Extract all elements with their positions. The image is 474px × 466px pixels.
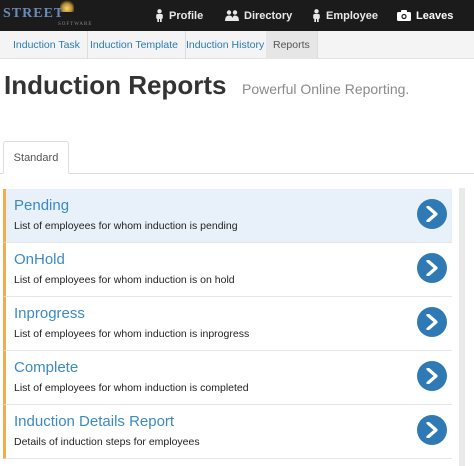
tab-divider xyxy=(0,173,474,174)
report-item-induction-details[interactable]: Induction Details Report Details of indu… xyxy=(3,405,452,459)
report-item-pending[interactable]: Pending List of employees for whom induc… xyxy=(3,189,452,243)
subtab-induction-task[interactable]: Induction Task xyxy=(6,31,88,59)
subtab-reports[interactable]: Reports xyxy=(266,31,318,59)
nav-directory[interactable]: Directory xyxy=(225,0,292,31)
report-title[interactable]: Induction Details Report xyxy=(14,413,174,430)
nav-employee-label: Employee xyxy=(326,9,378,22)
report-description: Details of induction steps for employees xyxy=(14,436,200,448)
report-item-complete[interactable]: Complete List of employees for whom indu… xyxy=(3,351,452,405)
nav-leaves[interactable]: Leaves xyxy=(397,0,453,31)
report-description: List of employees for whom induction is … xyxy=(14,328,250,340)
chevron-right-icon[interactable] xyxy=(417,253,447,283)
logo-text: STREET xyxy=(3,6,65,21)
report-description: List of employees for whom induction is … xyxy=(14,274,235,286)
report-description: List of employees for whom induction is … xyxy=(14,382,249,394)
report-title[interactable]: Pending xyxy=(14,197,69,214)
report-list-scrollbar[interactable] xyxy=(459,188,465,466)
report-item-inprogress[interactable]: Inprogress List of employees for whom in… xyxy=(3,297,452,351)
report-title[interactable]: Complete xyxy=(14,359,78,376)
nav-employee[interactable]: Employee xyxy=(312,0,378,31)
camera-icon xyxy=(397,10,411,21)
nav-profile[interactable]: Profile xyxy=(155,0,203,31)
chevron-right-icon[interactable] xyxy=(417,361,447,391)
page-subtitle: Powerful Online Reporting. xyxy=(242,81,410,97)
page-title: Induction Reports xyxy=(4,70,227,100)
report-item-onhold[interactable]: OnHold List of employees for whom induct… xyxy=(3,243,452,297)
sub-navbar: Induction Task Induction Template Induct… xyxy=(0,31,474,59)
chevron-right-icon[interactable] xyxy=(417,307,447,337)
nav-leaves-label: Leaves xyxy=(416,9,454,22)
report-title[interactable]: Inprogress xyxy=(14,305,85,322)
app-logo[interactable]: STREET SOFTWARE xyxy=(0,0,128,28)
nav-profile-label: Profile xyxy=(169,9,204,22)
person-icon xyxy=(313,9,320,22)
chevron-right-icon[interactable] xyxy=(417,199,447,229)
tab-standard[interactable]: Standard xyxy=(3,141,69,174)
subtab-induction-history[interactable]: Induction History xyxy=(179,31,273,59)
nav-directory-label: Directory xyxy=(244,9,293,22)
subtab-induction-template[interactable]: Induction Template xyxy=(83,31,186,59)
report-description: List of employees for whom induction is … xyxy=(14,220,238,232)
people-icon xyxy=(225,9,239,21)
report-title[interactable]: OnHold xyxy=(14,251,65,268)
top-navbar: STREET SOFTWARE Profile Directory Employ… xyxy=(0,0,474,31)
chevron-right-icon[interactable] xyxy=(417,415,447,445)
logo-subtext: SOFTWARE xyxy=(58,22,93,27)
person-icon xyxy=(156,9,163,22)
